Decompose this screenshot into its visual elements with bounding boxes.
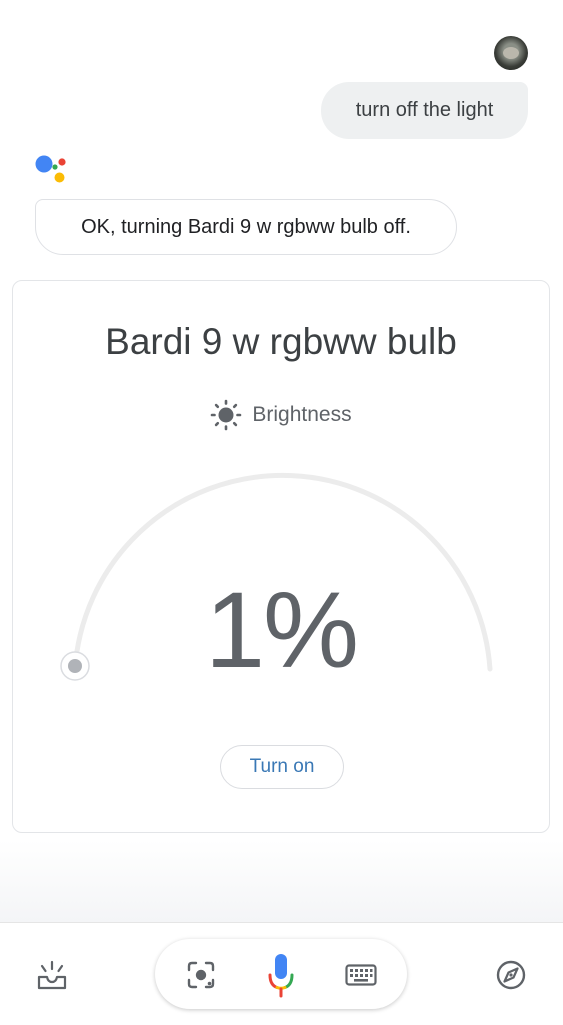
explore-compass-icon[interactable] — [495, 959, 527, 991]
turn-on-button[interactable]: Turn on — [220, 745, 344, 789]
assistant-response-text: OK, turning Bardi 9 w rgbww bulb off. — [81, 215, 411, 238]
input-pill — [155, 939, 407, 1009]
user-query-bubble[interactable]: turn off the light — [321, 82, 528, 139]
user-query-text: turn off the light — [355, 99, 494, 121]
assistant-response-bubble: OK, turning Bardi 9 w rgbww bulb off. — [35, 199, 457, 255]
mic-icon[interactable] — [266, 952, 296, 998]
background-fade — [0, 840, 563, 922]
updates-inbox-icon[interactable] — [36, 959, 68, 991]
device-control-card: Bardi 9 w rgbww bulb Brightness 1% Turn … — [12, 280, 550, 833]
bottom-bar — [0, 922, 563, 1025]
brightness-percent: 1% — [204, 569, 359, 690]
user-avatar[interactable] — [494, 36, 528, 70]
lens-icon[interactable] — [186, 960, 216, 990]
assistant-logo-icon — [35, 155, 66, 183]
keyboard-icon[interactable] — [345, 964, 377, 986]
